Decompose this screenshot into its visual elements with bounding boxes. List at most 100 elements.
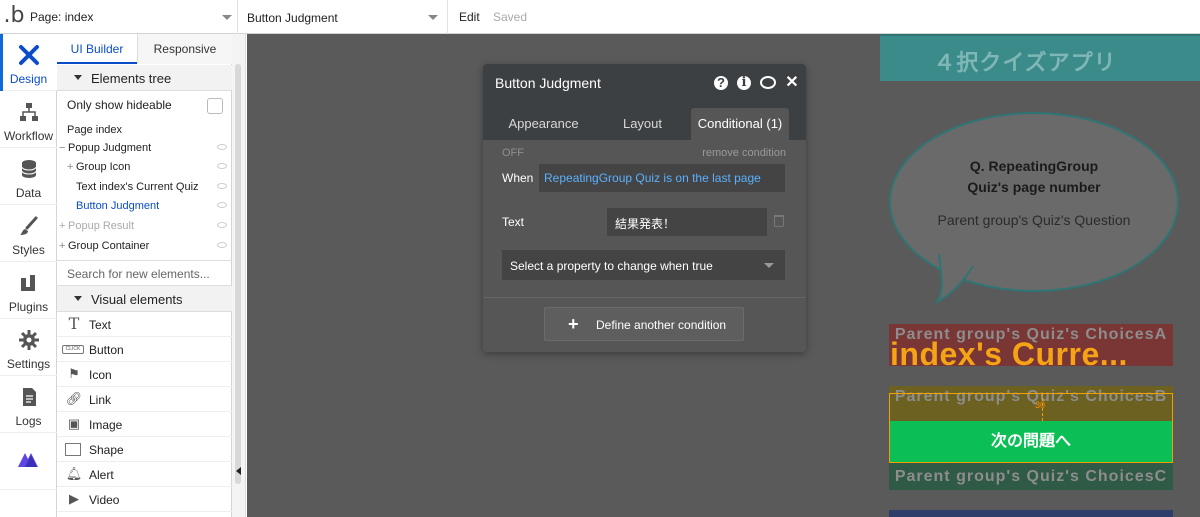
collapse-triangle-icon — [74, 75, 82, 80]
visual-item-alert[interactable]: 🔔︎ Alert — [57, 462, 232, 487]
choice-d-button[interactable] — [889, 510, 1173, 517]
tree-item-text-current-quiz[interactable]: Text index's Current Quiz — [57, 177, 232, 197]
visual-item-button[interactable]: CLICK Button — [57, 337, 232, 362]
when-expression-text: RepeatingGroup Quiz is on the last page — [544, 171, 761, 185]
info-icon[interactable]: i — [737, 76, 751, 90]
question-number-line2: Quiz's page number — [967, 179, 1101, 195]
question-number: Q. RepeatingGroup Quiz's page number — [891, 156, 1177, 198]
popup-divider — [483, 297, 806, 298]
eye-icon[interactable] — [217, 183, 227, 189]
nav-label: Settings — [6, 357, 51, 371]
nav-plugins[interactable]: Plugins — [0, 262, 57, 319]
visual-item-image[interactable]: ▣ Image — [57, 412, 232, 437]
element-search-input[interactable]: Search for new elements... — [57, 260, 232, 286]
tab-ui-builder[interactable]: UI Builder — [57, 34, 137, 64]
nav-styles[interactable]: Styles — [0, 205, 57, 262]
page-select[interactable]: Page: index — [28, 0, 238, 34]
chevron-down-icon — [222, 15, 232, 20]
only-hideable-row[interactable]: Only show hideable — [57, 94, 232, 116]
close-icon[interactable]: ✕ — [784, 75, 800, 91]
visual-item-icon[interactable]: ⚑ Icon — [57, 362, 232, 387]
nav-label: Styles — [12, 243, 45, 257]
text-property-input[interactable]: 結果発表！ — [607, 208, 767, 236]
tab-conditional[interactable]: Conditional (1) — [691, 108, 789, 140]
tree-item-page-index[interactable]: Page index — [57, 120, 232, 140]
bubble-logo-icon[interactable]: .b — [0, 0, 28, 34]
nav-label: Workflow — [3, 129, 54, 143]
visual-item-video[interactable]: ▶ Video — [57, 487, 232, 512]
condition-off-toggle[interactable]: OFF — [502, 147, 524, 159]
visual-elements-header[interactable]: Visual elements — [57, 286, 232, 312]
question-text: Parent group's Quiz's Question — [937, 212, 1131, 228]
collapse-triangle-icon — [74, 296, 82, 301]
visual-item-label: Text — [89, 318, 112, 332]
brush-icon — [20, 216, 38, 235]
shape-icon — [65, 443, 81, 456]
tree-item-prefix[interactable]: + — [59, 240, 65, 252]
visual-item-text[interactable]: T Text — [57, 312, 232, 337]
tree-item-group-icon[interactable]: + Group Icon — [57, 157, 232, 177]
help-icon[interactable]: ? — [714, 76, 728, 90]
tab-responsive[interactable]: Responsive — [137, 34, 232, 64]
tab-appearance[interactable]: Appearance — [501, 108, 586, 140]
element-select[interactable]: Button Judgment — [238, 0, 448, 34]
current-quiz-text[interactable]: index's Curre... — [890, 336, 1128, 373]
collapse-panel-arrow-icon[interactable] — [236, 467, 241, 475]
tree-item-prefix[interactable]: + — [67, 161, 73, 173]
popup-header[interactable]: Button Judgment ? i ✕ — [483, 64, 806, 102]
text-property-label: Text — [502, 215, 525, 229]
nav-design[interactable]: Design — [0, 34, 57, 91]
nav-label: Design — [9, 72, 48, 86]
page-select-label: Page: index — [30, 10, 94, 24]
when-expression-field[interactable]: RepeatingGroup Quiz is on the last page — [539, 164, 785, 192]
elements-tree-header[interactable]: Elements tree — [57, 65, 232, 91]
property-select-dropdown[interactable]: Select a property to change when true — [502, 250, 785, 280]
nav-data[interactable]: Data — [0, 148, 57, 205]
panel-scrollbar[interactable] — [232, 34, 246, 517]
tree-item-prefix[interactable]: + — [59, 220, 65, 232]
question-bubble[interactable]: Q. RepeatingGroup Quiz's page number Par… — [889, 112, 1179, 292]
bubble-tail — [935, 254, 974, 304]
workflow-icon — [20, 103, 38, 121]
tree-item-group-container[interactable]: + Group Container — [57, 236, 232, 256]
tree-item-prefix[interactable]: − — [59, 142, 65, 154]
tree-item-button-judgment[interactable]: Button Judgment — [57, 196, 232, 216]
nav-logs[interactable]: Logs — [0, 376, 57, 433]
tab-layout[interactable]: Layout — [605, 108, 680, 140]
property-editor-popup: Button Judgment ? i ✕ Appearance Layout … — [483, 64, 806, 352]
when-label: When — [502, 171, 534, 185]
define-another-condition-button[interactable]: + Define another condition — [544, 307, 744, 341]
remove-condition-link[interactable]: remove condition — [702, 147, 786, 159]
nav-settings[interactable]: Settings — [0, 319, 57, 376]
define-button-label: Define another condition — [596, 318, 727, 332]
popup-tabs: Appearance Layout Conditional (1) — [483, 102, 806, 140]
visual-item-label: Alert — [89, 468, 114, 482]
app-title-bar[interactable]: ４択クイズアプリ — [880, 34, 1200, 81]
tree-item-label: Button Judgment — [76, 200, 160, 212]
scrollbar-thumb[interactable] — [235, 64, 241, 484]
eye-icon[interactable] — [217, 242, 227, 248]
eye-icon[interactable] — [217, 202, 227, 208]
elements-panel: UI Builder Responsive Elements tree Only… — [57, 34, 232, 517]
tree-item-label: Popup Result — [68, 220, 135, 232]
edit-menu[interactable]: Edit — [459, 10, 480, 24]
only-hideable-checkbox[interactable] — [207, 98, 223, 114]
tree-item-popup-judgment[interactable]: − Popup Judgment — [57, 138, 232, 158]
property-select-label: Select a property to change when true — [510, 259, 713, 273]
question-number-line1: Q. RepeatingGroup — [969, 158, 1099, 174]
comment-icon[interactable] — [760, 76, 776, 89]
visual-item-label: Image — [89, 418, 123, 432]
left-nav: Design Workflow Data Styles Plugins Sett… — [0, 34, 57, 517]
visual-item-link[interactable]: 🔗︎ Link — [57, 387, 232, 412]
visual-item-shape[interactable]: Shape — [57, 437, 232, 462]
nav-workflow[interactable]: Workflow — [0, 91, 57, 148]
eye-icon[interactable] — [217, 222, 227, 228]
tree-item-label: Page index — [67, 124, 123, 136]
nav-bubble-app[interactable] — [0, 433, 57, 490]
trash-icon[interactable] — [774, 215, 784, 227]
selection-outline — [889, 393, 1173, 463]
eye-icon[interactable] — [217, 144, 227, 150]
tree-item-popup-result[interactable]: + Popup Result — [57, 216, 232, 236]
eye-icon[interactable] — [217, 163, 227, 169]
plus-icon: + — [568, 314, 579, 334]
